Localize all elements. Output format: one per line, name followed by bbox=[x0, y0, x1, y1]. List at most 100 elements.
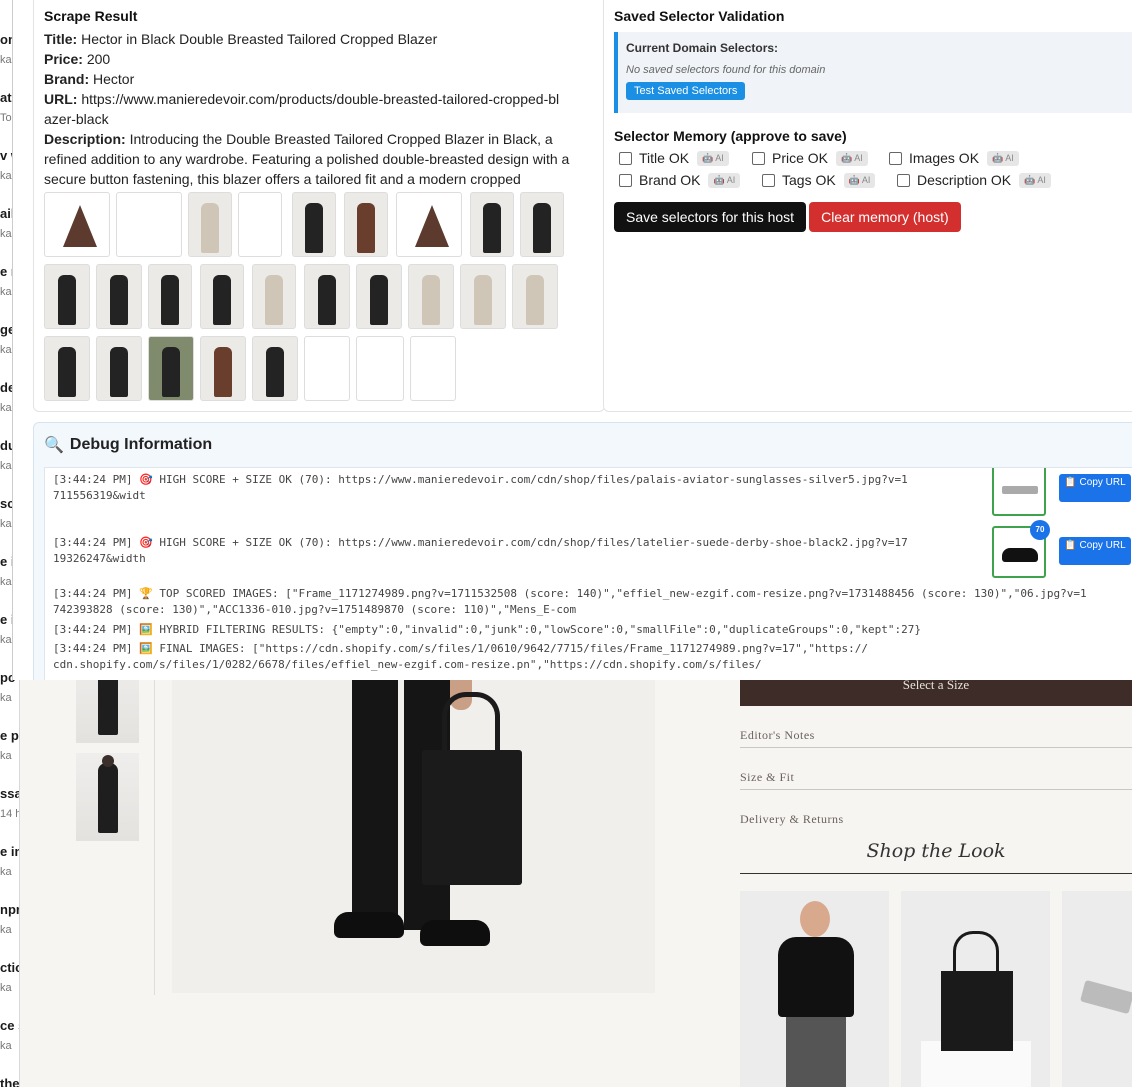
tags-ok-checkbox[interactable]: Tags OK 🤖 AI bbox=[762, 172, 876, 188]
scraped-image-thumbnail[interactable] bbox=[238, 192, 282, 257]
clear-memory-button[interactable]: Clear memory (host) bbox=[809, 202, 961, 232]
log-line: [3:44:24 PM] 🎯 HIGH SCORE + SIZE OK (70)… bbox=[53, 536, 908, 565]
price-ok-label: Price OK bbox=[772, 150, 829, 166]
sidebar-item-title[interactable]: ce s bbox=[0, 1018, 19, 1033]
scraped-image-thumbnail[interactable] bbox=[96, 336, 142, 401]
ai-button[interactable]: 🤖 AI bbox=[987, 150, 1019, 166]
title-ok-checkbox[interactable]: Title OK 🤖 AI bbox=[619, 150, 729, 166]
scraped-image-thumbnail[interactable] bbox=[396, 192, 462, 257]
selector-checks: Title OK 🤖 AI Price OK 🤖 AI Images OK 🤖 AI … bbox=[614, 150, 1132, 194]
scraped-image-thumbnail[interactable] bbox=[252, 336, 298, 401]
title-ok-label: Title OK bbox=[639, 150, 690, 166]
description-label: Description: bbox=[44, 131, 126, 147]
scraped-image-thumbnail[interactable] bbox=[200, 336, 246, 401]
product-thumbnails bbox=[76, 680, 140, 851]
scraped-image-thumbnail[interactable] bbox=[292, 192, 336, 257]
log-image-preview bbox=[992, 468, 1046, 516]
scraped-image-thumbnail[interactable] bbox=[520, 192, 564, 257]
scraped-image-thumbnail[interactable] bbox=[200, 264, 244, 329]
sidebar-item-title[interactable]: ctio bbox=[0, 960, 19, 975]
extension-panel: Scrape Result Title: Hector in Black Dou… bbox=[12, 0, 1132, 680]
url-field: URL: https://www.manieredevoir.com/produ… bbox=[44, 89, 564, 129]
sidebar-item-title[interactable]: npr bbox=[0, 902, 19, 917]
log-line: [3:44:24 PM] 🏆 TOP SCORED IMAGES: ["Fram… bbox=[53, 587, 1087, 616]
scraped-image-thumbnail[interactable] bbox=[44, 192, 110, 257]
test-saved-selectors-button[interactable]: Test Saved Selectors bbox=[626, 82, 746, 100]
ai-button[interactable]: 🤖 AI bbox=[836, 150, 868, 166]
description-ok-checkbox[interactable]: Description OK 🤖 AI bbox=[897, 172, 1051, 188]
images-ok-checkbox[interactable]: Images OK 🤖 AI bbox=[889, 150, 1019, 166]
ai-button[interactable]: 🤖 AI bbox=[1019, 172, 1051, 188]
brand-ok-label: Brand OK bbox=[639, 172, 701, 188]
ai-button[interactable]: 🤖 AI bbox=[843, 172, 876, 188]
sidebar-item-title[interactable]: e pr bbox=[0, 728, 19, 743]
ai-button[interactable]: 🤖 AI bbox=[708, 172, 741, 188]
scraped-image-thumbnail[interactable] bbox=[44, 264, 90, 329]
scraped-image-thumbnail[interactable] bbox=[304, 336, 350, 401]
images-ok-label: Images OK bbox=[909, 150, 980, 166]
sidebar-item-title[interactable]: ssa bbox=[0, 786, 19, 801]
scraped-image-thumbnail[interactable] bbox=[460, 264, 506, 329]
scrape-result-card: Scrape Result Title: Hector in Black Dou… bbox=[33, 0, 605, 412]
ai-button[interactable]: 🤖 AI bbox=[697, 150, 729, 166]
description-ok-label: Description OK bbox=[917, 172, 1012, 188]
title-field: Title: Hector in Black Double Breasted T… bbox=[44, 29, 584, 49]
title-label: Title: bbox=[44, 31, 78, 47]
description-field: Description: Introducing the Double Brea… bbox=[44, 129, 584, 189]
look-card[interactable] bbox=[1062, 891, 1132, 1087]
price-label: Price: bbox=[44, 51, 83, 67]
debug-header[interactable]: 🔍 Debug Information bbox=[34, 423, 1132, 467]
select-size-button[interactable]: Select a Size bbox=[740, 680, 1132, 706]
scraped-image-thumbnail[interactable] bbox=[44, 336, 90, 401]
scraped-image-thumbnail[interactable] bbox=[304, 264, 350, 329]
scraped-image-thumbnail[interactable] bbox=[96, 264, 142, 329]
scraped-image-thumbnail[interactable] bbox=[470, 192, 514, 257]
scraped-image-thumbnail[interactable] bbox=[356, 336, 404, 401]
sidebar-item-title[interactable]: e im bbox=[0, 844, 19, 859]
url-label: URL: bbox=[44, 91, 78, 107]
sidebar-item-title[interactable]: the bbox=[0, 1076, 19, 1087]
sidebar-item-meta: ka bbox=[0, 750, 12, 762]
debug-panel: 🔍 Debug Information [3:44:24 PM] 🎯 HIGH S… bbox=[33, 422, 1132, 680]
magnifier-icon: 🔍 bbox=[44, 437, 64, 454]
scraped-image-thumbnail[interactable] bbox=[148, 264, 192, 329]
product-main-image bbox=[172, 680, 655, 993]
product-thumbnail[interactable] bbox=[76, 753, 139, 841]
brand-value: Hector bbox=[93, 71, 135, 87]
log-line: [3:44:24 PM] 🎯 HIGH SCORE + SIZE OK (70)… bbox=[53, 473, 908, 502]
copy-url-button[interactable]: 📋 Copy URL bbox=[1059, 537, 1131, 565]
scraped-image-thumbnail[interactable] bbox=[252, 264, 296, 329]
sidebar-item-meta: ka bbox=[0, 982, 12, 994]
sidebar-item-meta: 14 h bbox=[0, 808, 20, 820]
divider bbox=[154, 680, 155, 995]
brand-label: Brand: bbox=[44, 71, 90, 87]
sidebar-item-meta: ka bbox=[0, 1040, 12, 1052]
debug-log[interactable]: [3:44:24 PM] 🎯 HIGH SCORE + SIZE OK (70)… bbox=[44, 467, 1132, 680]
scraped-image-thumbnail[interactable] bbox=[344, 192, 388, 257]
look-card[interactable] bbox=[901, 891, 1050, 1087]
look-cards bbox=[740, 891, 1132, 1087]
price-value: 200 bbox=[86, 51, 111, 67]
scraped-image-thumbnail[interactable] bbox=[512, 264, 558, 329]
scraped-image-thumbnail[interactable] bbox=[116, 192, 182, 257]
sidebar-item-meta: ka bbox=[0, 692, 12, 704]
product-thumbnail[interactable] bbox=[76, 680, 139, 743]
accordion-editors-notes[interactable]: Editor's Notes bbox=[740, 706, 1132, 748]
scraped-image-thumbnail[interactable] bbox=[408, 264, 454, 329]
brand-field: Brand: Hector bbox=[44, 69, 584, 89]
scraped-image-thumbnail[interactable] bbox=[410, 336, 456, 401]
log-image-preview: 70 bbox=[992, 520, 1050, 578]
brand-ok-checkbox[interactable]: Brand OK 🤖 AI bbox=[619, 172, 741, 188]
scraped-image-thumbnail[interactable] bbox=[188, 192, 232, 257]
accordion-delivery-returns[interactable]: Delivery & Returns bbox=[740, 790, 1132, 832]
save-selectors-button[interactable]: Save selectors for this host bbox=[614, 202, 807, 232]
scraped-image-thumbnail[interactable] bbox=[148, 336, 194, 401]
score-badge: 70 bbox=[1030, 520, 1050, 540]
scraped-image-thumbnail[interactable] bbox=[356, 264, 402, 329]
price-ok-checkbox[interactable]: Price OK 🤖 AI bbox=[752, 150, 868, 166]
log-line: [3:44:24 PM] 🖼️ FINAL IMAGES: ["https://… bbox=[53, 642, 869, 671]
look-card[interactable] bbox=[740, 891, 889, 1087]
memory-buttons: Save selectors for this host Clear memor… bbox=[614, 202, 1132, 232]
accordion-size-fit[interactable]: Size & Fit bbox=[740, 748, 1132, 790]
copy-url-button[interactable]: 📋 Copy URL bbox=[1059, 474, 1131, 502]
